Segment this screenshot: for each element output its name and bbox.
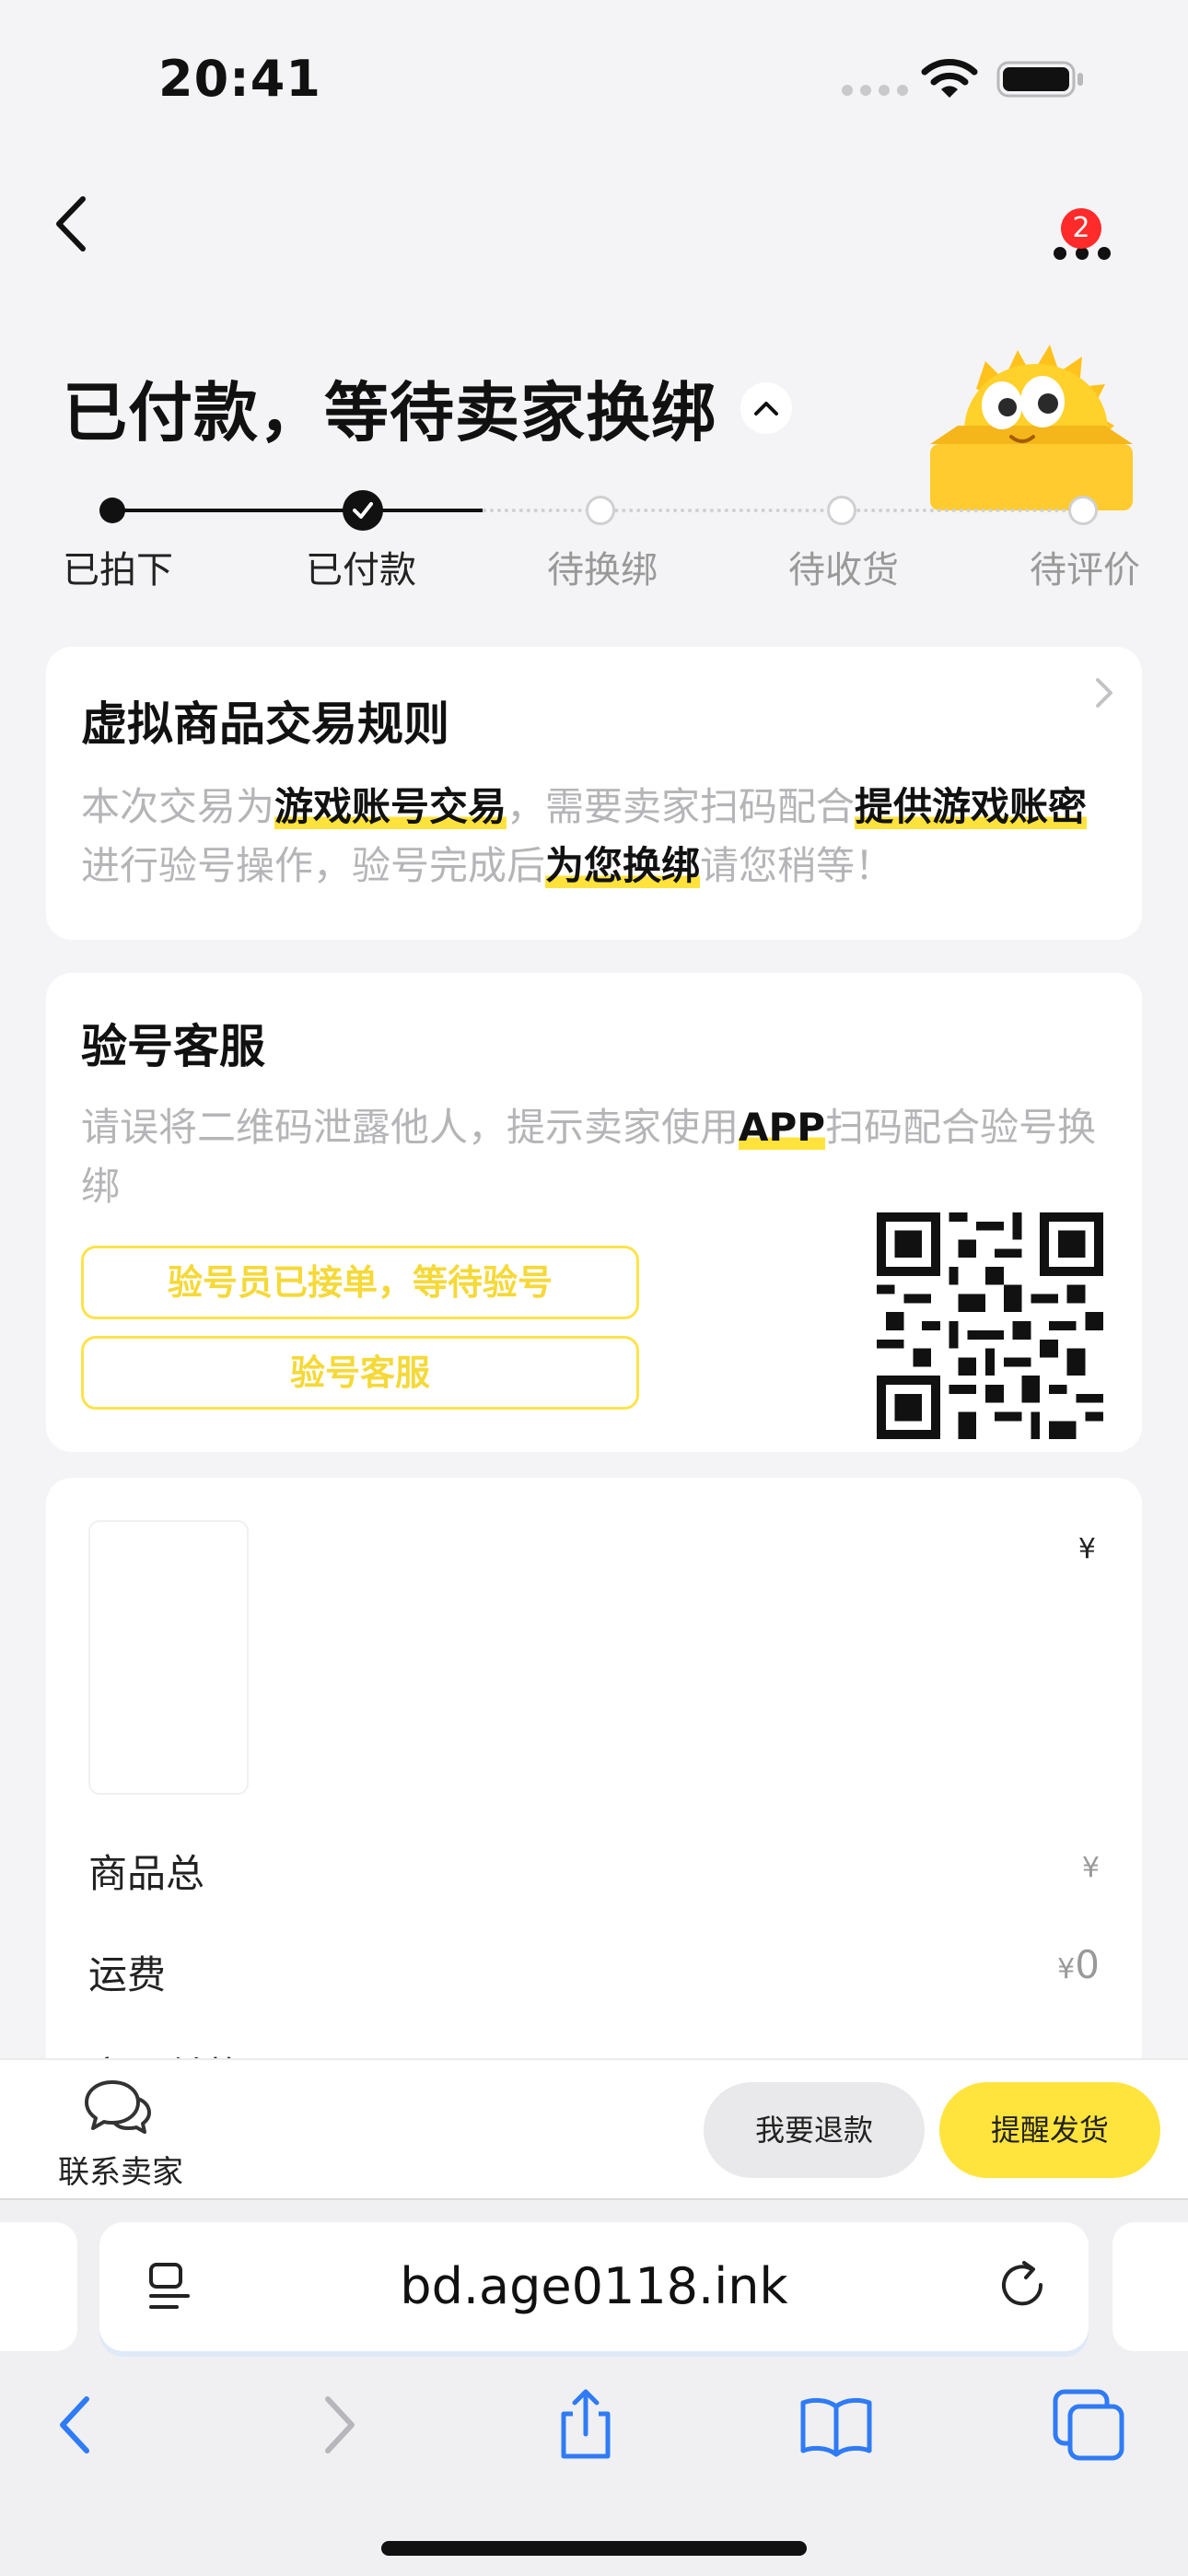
reload-icon[interactable] [995, 2257, 1054, 2316]
order-summary-card: ¥ 商品总 ¥ 运费 ¥0 实际付款 [46, 1478, 1142, 2099]
verification-service-card: 验号客服 请误将二维码泄露他人，提示卖家使用APP扫码配合验号换绑 验号员已接单… [46, 973, 1142, 1452]
collapse-button[interactable] [740, 381, 792, 434]
page-title: 已付款，等待卖家换绑 [63, 375, 716, 451]
product-price: ¥ [1077, 1533, 1096, 1565]
battery-icon [996, 61, 1083, 98]
verifier-status-button[interactable]: 验号员已接单，等待验号 [81, 1246, 639, 1319]
step-label: 已拍下 [63, 549, 173, 591]
step-label: 待评价 [1030, 549, 1140, 591]
step-dot-3 [586, 496, 615, 525]
more-icon [1054, 247, 1111, 260]
back-button[interactable] [46, 192, 101, 256]
cellular-signal-icon [842, 85, 908, 96]
chevron-right-icon [1096, 678, 1112, 708]
browser-forward-icon[interactable] [298, 2386, 376, 2464]
product-thumbnail [88, 1520, 249, 1795]
chevron-left-icon [56, 196, 86, 252]
status-bar: 20:41 [0, 0, 1188, 157]
service-card-text: 请误将二维码泄露他人，提示卖家使用APP扫码配合验号换绑 [81, 1105, 1097, 1209]
bookmarks-icon[interactable] [798, 2386, 875, 2464]
contact-seller-button[interactable]: 联系卖家 [52, 2077, 183, 2191]
step-dot-2 [343, 490, 383, 531]
chat-icon [85, 2080, 151, 2134]
step-dot-1 [99, 498, 125, 523]
subtotal-value: ¥ [1081, 1852, 1100, 1884]
trade-rules-text: 本次交易为游戏账号交易，需要卖家扫码配合提供游戏账密进行验号操作，验号完成后为您… [81, 784, 1088, 888]
next-tab-preview[interactable] [1112, 2222, 1188, 2351]
home-indicator [381, 2541, 807, 2556]
order-action-bar: 联系卖家 我要退款 提醒发货 [0, 2058, 1188, 2198]
shipping-value: ¥0 [1057, 1942, 1100, 1987]
address-bar[interactable]: bd.age0118.ink [99, 2222, 1089, 2351]
service-card-title: 验号客服 [81, 1020, 265, 1073]
share-icon[interactable] [547, 2386, 624, 2464]
checkmark-icon [353, 502, 373, 519]
page-title-row: 已付款，等待卖家换绑 [63, 361, 792, 454]
notification-badge: 2 [1061, 208, 1101, 249]
trade-rules-title: 虚拟商品交易规则 [81, 697, 449, 751]
more-button[interactable]: 2 [1046, 208, 1120, 263]
step-dot-5 [1068, 496, 1098, 525]
contact-seller-label: 联系卖家 [58, 2154, 183, 2191]
step-label: 待换绑 [547, 549, 658, 591]
chevron-up-icon [754, 401, 778, 416]
previous-tab-preview[interactable] [0, 2222, 77, 2351]
qr-code [877, 1212, 1103, 1439]
tabs-icon[interactable] [1050, 2386, 1127, 2464]
step-dot-4 [827, 496, 856, 525]
remind-shipment-button[interactable]: 提醒发货 [939, 2082, 1160, 2178]
subtotal-label: 商品总 [88, 1851, 205, 1896]
url-text: bd.age0118.ink [400, 2257, 788, 2315]
shipping-label: 运费 [88, 1952, 167, 1997]
verification-service-button[interactable]: 验号客服 [81, 1336, 639, 1410]
trade-rules-card[interactable]: 虚拟商品交易规则 本次交易为游戏账号交易，需要卖家扫码配合提供游戏账密进行验号操… [46, 647, 1142, 940]
wifi-icon [921, 59, 978, 98]
browser-back-icon[interactable] [39, 2386, 116, 2464]
mascot-illustration [930, 345, 1133, 510]
step-label: 已付款 [306, 549, 416, 591]
step-label: 待收货 [788, 549, 899, 591]
status-time: 20:41 [158, 50, 321, 108]
refund-button[interactable]: 我要退款 [704, 2082, 925, 2178]
